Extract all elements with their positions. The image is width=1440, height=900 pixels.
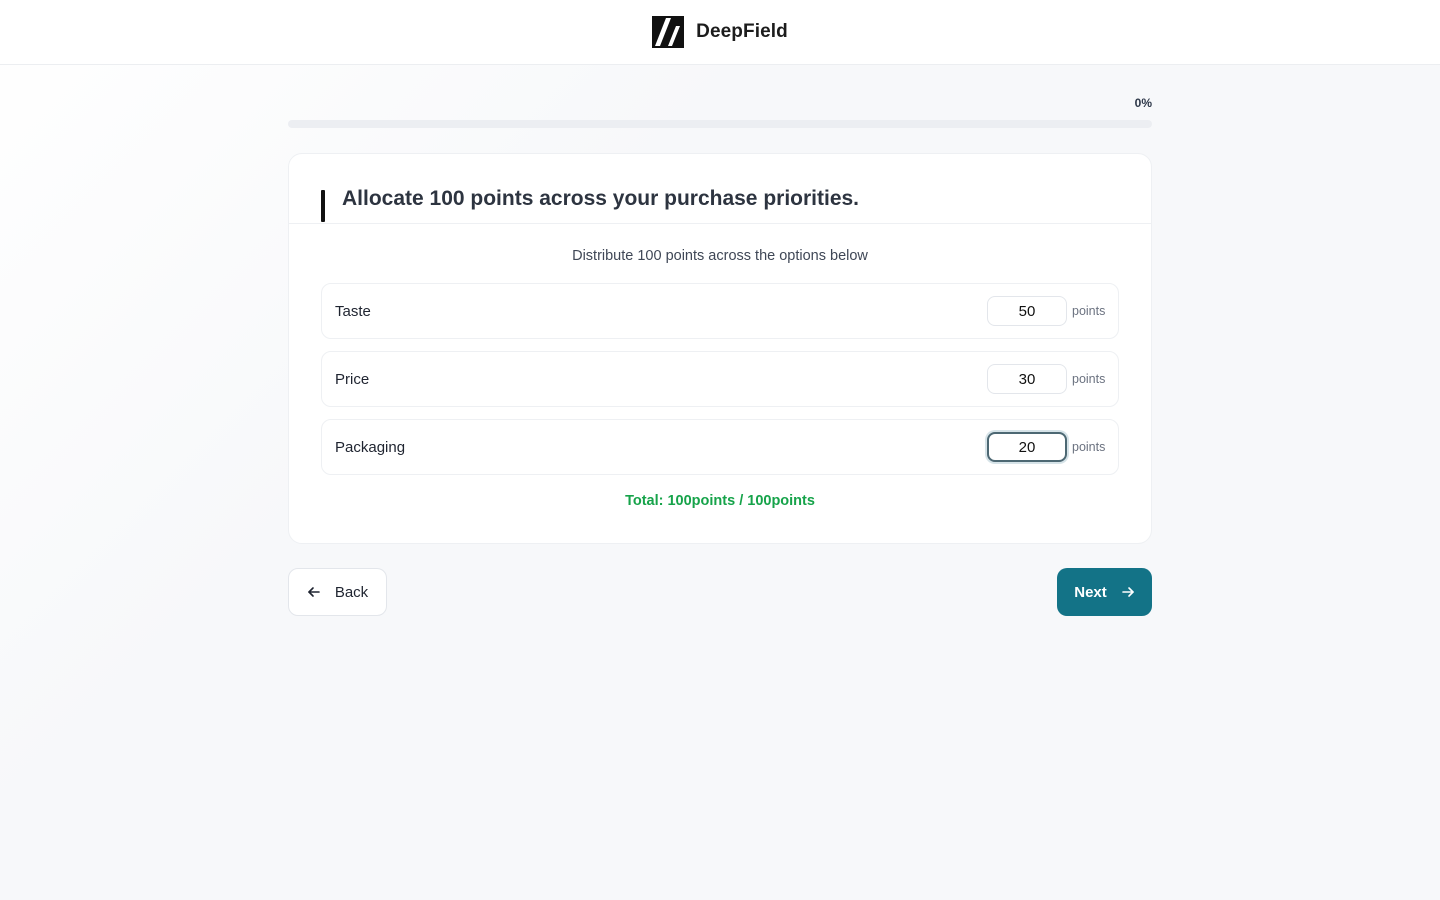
points-input-packaging[interactable] — [987, 432, 1067, 462]
question-header: Allocate 100 points across your purchase… — [289, 154, 1151, 224]
option-row-price: Price points — [321, 351, 1119, 407]
option-row-taste: Taste points — [321, 283, 1119, 339]
accent-bar — [321, 190, 325, 222]
progress-track — [288, 120, 1152, 128]
back-label: Back — [334, 583, 369, 601]
arrow-left-icon — [308, 587, 320, 597]
points-total: Total: 100points / 100points — [625, 493, 815, 509]
points-input-taste[interactable] — [987, 296, 1067, 326]
next-button[interactable]: Next — [1057, 568, 1152, 616]
brand-name: DeepField — [696, 21, 788, 42]
question-instruction: Distribute 100 points across the options… — [572, 248, 868, 264]
brand[interactable]: DeepField — [652, 16, 788, 48]
option-row-packaging: Packaging points — [321, 419, 1119, 475]
points-unit: points — [1072, 372, 1106, 386]
points-input-price[interactable] — [987, 364, 1067, 394]
next-label: Next — [1074, 583, 1107, 601]
option-label: Price — [335, 370, 370, 388]
progress-label: 0% — [1134, 96, 1152, 110]
points-unit: points — [1072, 440, 1106, 454]
question-card: Allocate 100 points across your purchase… — [288, 153, 1152, 544]
arrow-right-icon — [1121, 587, 1134, 597]
slash-logo-icon — [652, 16, 685, 48]
back-button[interactable]: Back — [288, 568, 387, 616]
progress: 0% — [288, 96, 1152, 128]
points-unit: points — [1072, 304, 1106, 318]
option-label: Taste — [335, 302, 371, 320]
option-label: Packaging — [335, 438, 406, 456]
top-bar: DeepField — [0, 0, 1440, 65]
question-title: Allocate 100 points across your purchase… — [342, 187, 860, 210]
